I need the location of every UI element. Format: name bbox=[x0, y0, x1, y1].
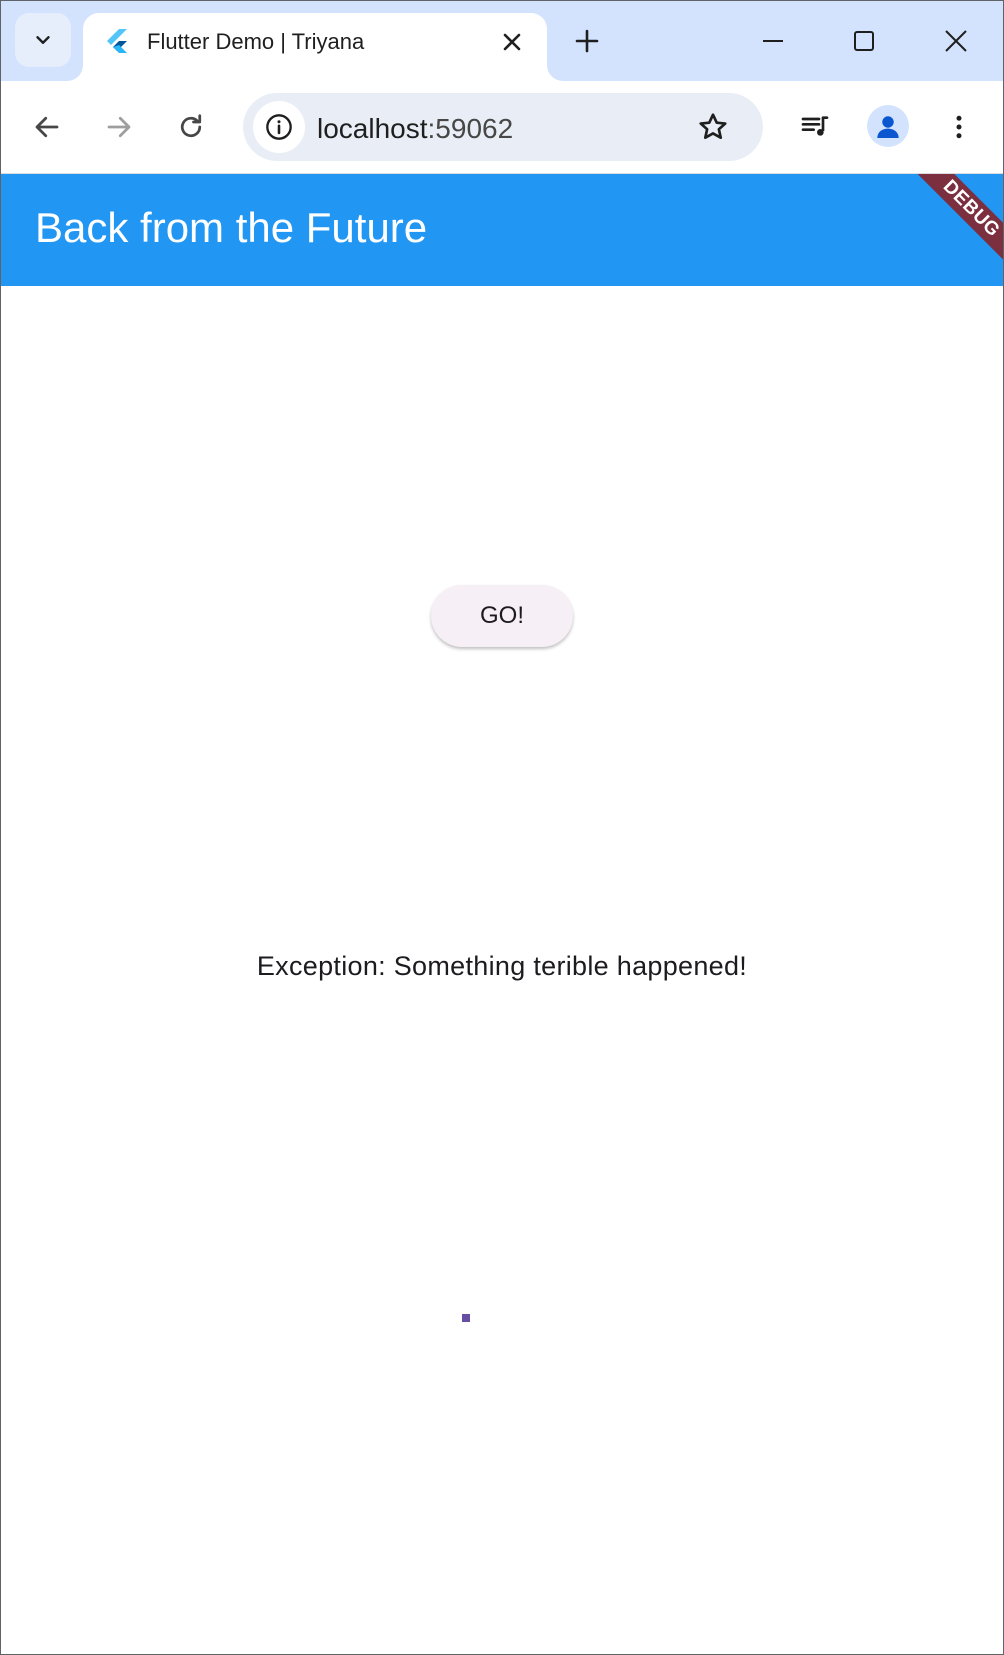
active-tab[interactable]: Flutter Demo | Triyana bbox=[83, 13, 547, 81]
url-text[interactable]: localhost:59062 bbox=[317, 113, 513, 145]
debug-banner: DEBUG bbox=[891, 174, 1003, 286]
maximize-icon bbox=[854, 31, 874, 51]
result-text: Exception: Something terible happened! bbox=[256, 951, 748, 981]
new-tab-button[interactable] bbox=[571, 25, 603, 57]
maximize-button[interactable] bbox=[844, 21, 884, 61]
app-bar-title: Back from the Future bbox=[35, 204, 428, 251]
tab-search-button[interactable] bbox=[15, 13, 71, 67]
profile-button[interactable] bbox=[867, 105, 909, 147]
reload-icon bbox=[180, 114, 202, 138]
close-icon bbox=[503, 33, 521, 51]
person-icon bbox=[877, 116, 899, 138]
url-host: localhost bbox=[317, 113, 428, 144]
arrow-right-icon bbox=[107, 116, 131, 138]
tab-title: Flutter Demo | Triyana bbox=[147, 29, 365, 54]
address-bar[interactable]: localhost:59062 bbox=[243, 93, 763, 161]
browser-menu-button[interactable] bbox=[937, 105, 981, 149]
progress-indicator bbox=[462, 1314, 470, 1322]
go-button[interactable]: GO! bbox=[431, 585, 573, 647]
more-vert-icon bbox=[956, 115, 962, 139]
site-info-button[interactable] bbox=[253, 101, 305, 153]
close-icon bbox=[945, 30, 967, 52]
reload-button[interactable] bbox=[169, 105, 213, 149]
star-icon bbox=[699, 113, 727, 139]
chevron-down-icon bbox=[36, 36, 50, 44]
plus-icon bbox=[575, 29, 599, 53]
media-controls-button[interactable] bbox=[793, 105, 837, 149]
info-icon bbox=[266, 114, 292, 140]
browser-window: Flutter Demo | Triyana localhost:59062 B… bbox=[0, 0, 1004, 1655]
flutter-logo-icon bbox=[107, 29, 127, 53]
forward-button[interactable] bbox=[97, 105, 141, 149]
minimize-icon bbox=[763, 40, 783, 42]
arrow-left-icon bbox=[35, 116, 59, 138]
app-bar: Back from the Future DEBUG bbox=[1, 174, 1003, 286]
back-button[interactable] bbox=[25, 105, 69, 149]
tab-strip: Flutter Demo | Triyana bbox=[1, 1, 1003, 81]
tab-close-button[interactable] bbox=[497, 27, 527, 57]
close-window-button[interactable] bbox=[936, 21, 976, 61]
minimize-button[interactable] bbox=[753, 21, 793, 61]
url-port: :59062 bbox=[427, 113, 514, 144]
bookmark-button[interactable] bbox=[693, 107, 733, 147]
playlist-music-icon bbox=[801, 116, 829, 136]
browser-toolbar: localhost:59062 bbox=[1, 81, 1003, 174]
